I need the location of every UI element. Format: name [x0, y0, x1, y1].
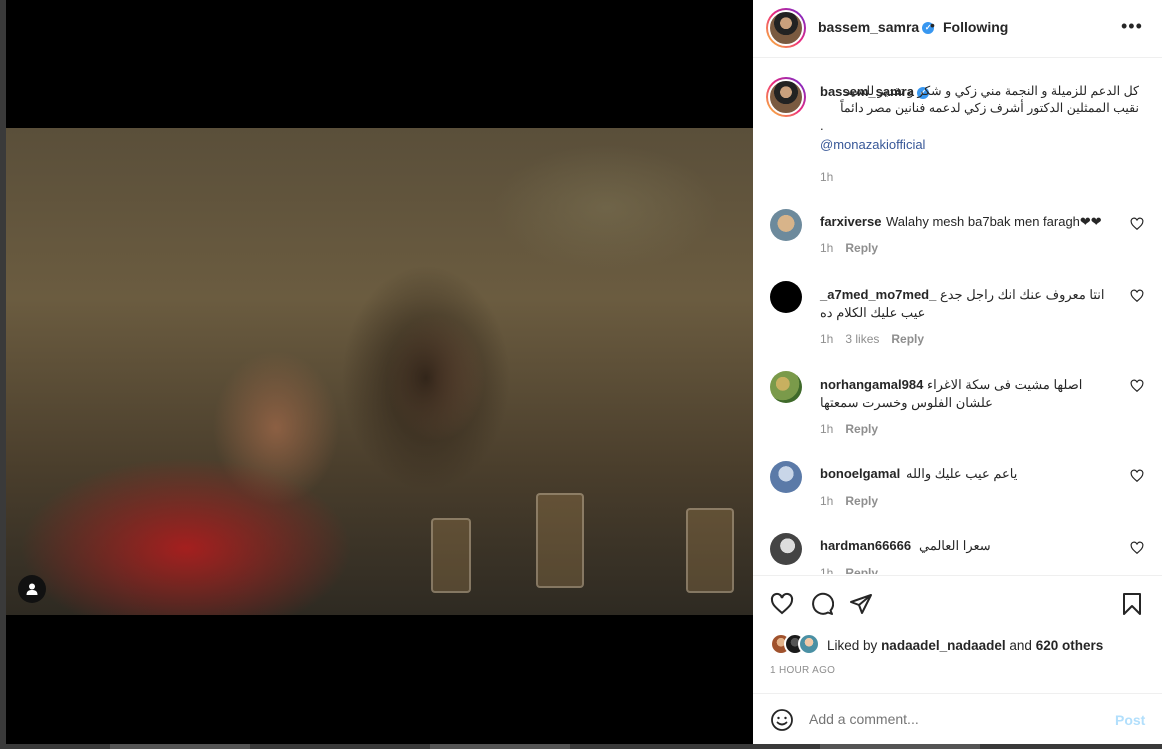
comment-item: norhangamal984 اصلها مشيت فى سكة الاغراء…: [753, 365, 1162, 445]
heart-icon[interactable]: [770, 592, 794, 616]
commenter-avatar[interactable]: [770, 281, 802, 313]
comment-item: farxiverse Walahy mesh ba7bak men faragh…: [753, 203, 1162, 273]
caption-dot: .: [820, 118, 824, 133]
author-username-link[interactable]: bassem_samra ✓: [818, 19, 935, 35]
likes-count-link[interactable]: 620 others: [1036, 638, 1104, 653]
comment-time[interactable]: 1h: [820, 566, 833, 574]
comment-meta: 1h Reply: [820, 241, 890, 255]
glass-decoration: [431, 518, 471, 593]
post-timestamp[interactable]: 1 HOUR AGO: [770, 665, 835, 676]
commenter-avatar[interactable]: [770, 371, 802, 403]
glass-decoration: [686, 508, 734, 593]
commenter-username[interactable]: bonoelgamal: [820, 466, 900, 481]
more-icon[interactable]: •••: [1121, 16, 1143, 37]
comment-input[interactable]: [809, 711, 1099, 727]
liker-username-link[interactable]: nadaadel_nadaadel: [881, 638, 1006, 653]
heart-icon[interactable]: [1130, 379, 1144, 393]
caption-timestamp[interactable]: 1h: [820, 170, 833, 184]
post-video[interactable]: [6, 128, 753, 615]
commenter-avatar[interactable]: [770, 533, 802, 565]
header-separator: •: [930, 17, 935, 33]
comment-body: _a7med_mo7med_ انتا معروف عنك انك راجل ج…: [820, 286, 1115, 322]
comment-icon[interactable]: [810, 592, 834, 616]
commenter-username[interactable]: farxiverse: [820, 214, 881, 229]
comment-item: bonoelgamal ياعم عيب عليك والله 1h Reply: [753, 455, 1162, 525]
reply-button[interactable]: Reply: [845, 566, 878, 574]
share-icon[interactable]: [849, 592, 873, 616]
comment-meta: 1h Reply: [820, 566, 890, 574]
commenter-avatar[interactable]: [770, 209, 802, 241]
comment-time[interactable]: 1h: [820, 332, 833, 346]
post-header: bassem_samra ✓ • Following •••: [753, 0, 1162, 58]
comment-meta: 1h Reply: [820, 494, 890, 508]
glass-decoration: [536, 493, 584, 588]
post-button[interactable]: Post: [1115, 712, 1145, 728]
comment-text: سعرا العالمي: [919, 538, 991, 553]
following-button[interactable]: Following: [943, 19, 1008, 35]
reply-button[interactable]: Reply: [845, 241, 878, 255]
caption-text: كل الدعم للزميلة و النجمة مني زكي و شكر …: [840, 84, 1139, 115]
commenter-avatar[interactable]: [770, 461, 802, 493]
caption-author-avatar[interactable]: [766, 77, 806, 117]
reply-button[interactable]: Reply: [891, 332, 924, 346]
comment-meta: 1h Reply: [820, 422, 890, 436]
comment-body: norhangamal984 اصلها مشيت فى سكة الاغراء…: [820, 376, 1115, 412]
heart-icon[interactable]: [1130, 217, 1144, 231]
tagged-users-button[interactable]: [18, 575, 46, 603]
liked-by-and: and: [1009, 638, 1032, 653]
post-media[interactable]: [6, 0, 753, 744]
comment-time[interactable]: 1h: [820, 422, 833, 436]
comment-meta: 1h 3 likes Reply: [820, 332, 936, 346]
commenter-username[interactable]: hardman66666: [820, 538, 911, 553]
heart-icon[interactable]: [1130, 289, 1144, 303]
comment-time[interactable]: 1h: [820, 494, 833, 508]
commenter-username[interactable]: _a7med_mo7med_: [820, 287, 936, 302]
caption-mention-link[interactable]: @monazakiofficial: [820, 137, 925, 152]
post-side-panel: bassem_samra ✓ • Following ••• bassem_sam…: [753, 0, 1162, 744]
author-avatar[interactable]: [766, 8, 806, 48]
user-tag-icon: [26, 583, 38, 595]
liked-by-text: Liked by nadaadel_nadaadel and 620 other…: [827, 638, 1103, 653]
reply-button[interactable]: Reply: [845, 494, 878, 508]
comment-text: ياعم عيب عليك والله: [906, 466, 1018, 481]
comment-text: Walahy mesh ba7bak men faragh❤❤: [886, 214, 1102, 229]
heart-icon[interactable]: [1130, 469, 1144, 483]
comment-likes[interactable]: 3 likes: [845, 332, 879, 346]
emoji-icon[interactable]: [770, 708, 794, 732]
commenter-username[interactable]: norhangamal984: [820, 377, 923, 392]
comment-item: _a7med_mo7med_ انتا معروف عنك انك راجل ج…: [753, 275, 1162, 355]
bookmark-icon[interactable]: [1120, 592, 1144, 616]
liked-by-prefix: Liked by: [827, 638, 878, 653]
comment-composer: Post: [753, 693, 1162, 744]
reply-button[interactable]: Reply: [845, 422, 878, 436]
heart-icon[interactable]: [1130, 541, 1144, 555]
comment-time[interactable]: 1h: [820, 241, 833, 255]
post-actions: Liked by nadaadel_nadaadel and 620 other…: [753, 575, 1162, 693]
comments-list[interactable]: bassem_samra ✓ كل الدعم للزميلة و النجمة …: [753, 59, 1162, 574]
comment-item: hardman66666 سعرا العالمي 1h Reply: [753, 527, 1162, 574]
liker-avatar: [798, 633, 820, 655]
